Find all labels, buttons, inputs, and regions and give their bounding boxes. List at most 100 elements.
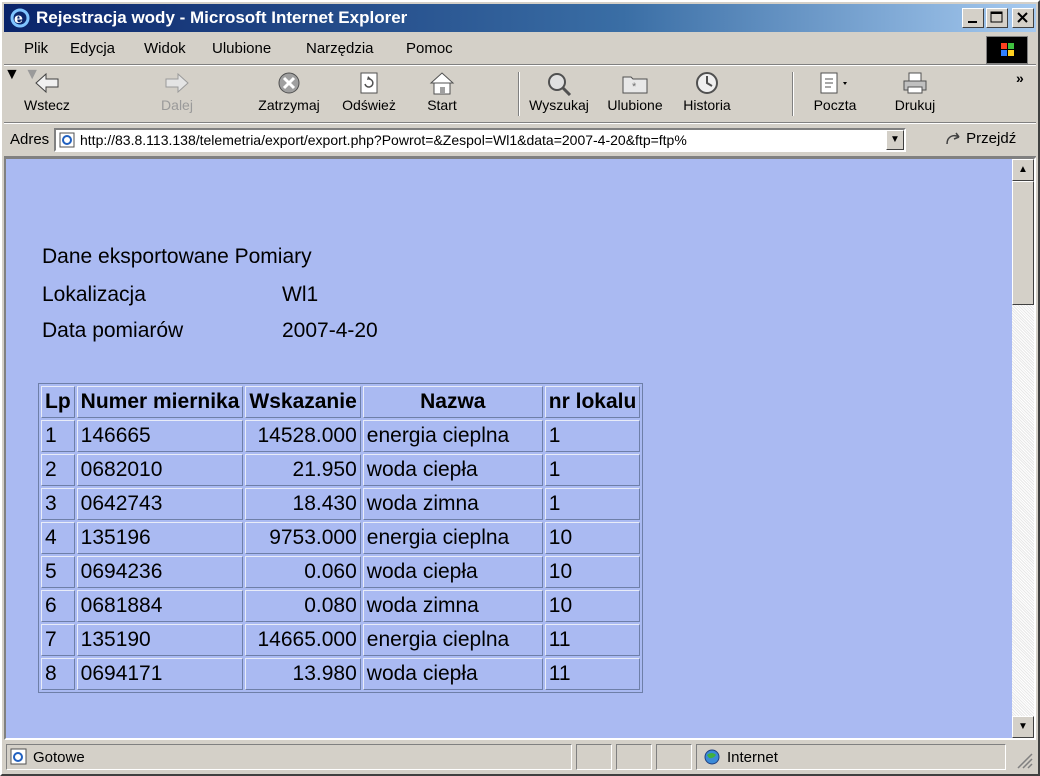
table-row: 7 135190 14665.000 energia cieplna 11 [41, 624, 641, 656]
search-label: Wyszukaj [529, 97, 589, 113]
table-row: 6 0681884 0.080 woda zimna 10 [41, 590, 641, 622]
cell-name: woda ciepła [362, 556, 543, 588]
windows-logo-icon [986, 36, 1028, 64]
col-header-lp: Lp [41, 386, 75, 418]
menu-help[interactable]: Pomoc [406, 40, 453, 57]
favorites-folder-icon: * [622, 76, 648, 94]
refresh-button[interactable]: Odśwież [334, 68, 404, 120]
back-button[interactable]: Wstecz [12, 68, 82, 120]
cell-reading: 14665.000 [245, 624, 361, 656]
cell-unit-number: 1 [544, 420, 641, 452]
menu-favorites[interactable]: Ulubione [212, 40, 271, 57]
mail-label: Poczta [813, 97, 857, 113]
page-done-icon [10, 748, 27, 765]
cell-meter-number: 135196 [76, 522, 244, 554]
date-label: Data pomiarów [42, 319, 184, 342]
mail-button[interactable]: Poczta [800, 68, 870, 120]
table-row: 5 0694236 0.060 woda ciepła 10 [41, 556, 641, 588]
menu-bar: Plik Edycja Widok Ulubione Narzędzia Pom… [4, 34, 1036, 65]
cell-lp: 6 [41, 590, 75, 622]
favorites-button[interactable]: * Ulubione [600, 68, 670, 120]
table-row: 2 0682010 21.950 woda ciepła 1 [41, 454, 641, 486]
cell-lp: 3 [41, 488, 75, 520]
toolbar-separator [792, 72, 794, 116]
location-row: Lokalizacja Wl1 [42, 283, 318, 307]
title-bar[interactable]: e Rejestracja wody - Microsoft Internet … [4, 4, 1036, 32]
minimize-button[interactable] [962, 8, 984, 28]
cell-unit-number: 10 [544, 522, 641, 554]
content-frame: Dane eksportowane Pomiary Lokalizacja Wl… [4, 157, 1036, 740]
printer-icon [903, 72, 927, 94]
stop-label: Zatrzymaj [258, 97, 320, 113]
cell-meter-number: 0681884 [76, 590, 244, 622]
internet-globe-icon [704, 749, 720, 765]
history-button[interactable]: Historia [672, 68, 742, 120]
page-body: Dane eksportowane Pomiary Lokalizacja Wl… [6, 159, 1012, 738]
address-dropdown-icon[interactable]: ▼ [886, 130, 904, 150]
status-bar: Gotowe Internet [4, 742, 1036, 774]
zone-text: Internet [727, 749, 778, 766]
maximize-button[interactable] [986, 8, 1008, 28]
date-value: 2007-4-20 [282, 319, 378, 342]
scroll-down-icon[interactable]: ▼ [1012, 716, 1034, 738]
location-value: Wl1 [282, 283, 319, 306]
back-arrow-icon [35, 72, 59, 94]
cell-reading: 21.950 [245, 454, 361, 486]
search-button[interactable]: Wyszukaj [524, 68, 594, 120]
history-label: Historia [683, 97, 731, 113]
refresh-icon [360, 72, 378, 94]
menu-view[interactable]: Widok [144, 40, 186, 57]
maximize-icon [990, 11, 1003, 23]
cell-lp: 8 [41, 658, 75, 690]
page-heading: Dane eksportowane Pomiary [42, 245, 312, 268]
toolbar-overflow-chevron[interactable]: » [1016, 70, 1024, 86]
go-label: Przejdź [966, 130, 1017, 147]
go-arrow-icon [946, 132, 960, 145]
table-row: 3 0642743 18.430 woda zimna 1 [41, 488, 641, 520]
print-button[interactable]: Drukuj [880, 68, 950, 120]
home-button[interactable]: Start [407, 68, 477, 120]
cell-unit-number: 10 [544, 590, 641, 622]
cell-reading: 18.430 [245, 488, 361, 520]
refresh-label: Odśwież [342, 97, 396, 113]
favorites-label: Ulubione [607, 97, 663, 113]
home-icon [429, 72, 455, 95]
scroll-thumb[interactable] [1012, 181, 1034, 305]
measurements-table: Lp Numer miernika Wskazanie Nazwa nr lok… [38, 383, 644, 693]
stop-button[interactable]: Zatrzymaj [254, 68, 324, 120]
search-icon [548, 73, 572, 96]
cell-reading: 14528.000 [245, 420, 361, 452]
address-bar: Adres http://83.8.113.138/telemetria/exp… [4, 123, 1036, 157]
table-row: 8 0694171 13.980 woda ciepła 11 [41, 658, 641, 690]
vertical-scrollbar[interactable]: ▲ ▼ [1012, 159, 1034, 738]
date-row: Data pomiarów 2007-4-20 [42, 319, 378, 343]
location-label: Lokalizacja [42, 283, 146, 306]
cell-reading: 13.980 [245, 658, 361, 690]
resize-grip-icon[interactable] [1014, 750, 1034, 770]
cell-reading: 0.060 [245, 556, 361, 588]
menu-file[interactable]: Plik [24, 40, 48, 57]
status-panel-empty [576, 744, 612, 770]
cell-lp: 4 [41, 522, 75, 554]
col-header-unit-number: nr lokalu [544, 386, 641, 418]
status-text: Gotowe [33, 749, 85, 766]
menu-edit[interactable]: Edycja [70, 40, 115, 57]
address-url[interactable]: http://83.8.113.138/telemetria/export/ex… [80, 132, 886, 148]
forward-button[interactable]: Dalej [142, 68, 212, 120]
cell-reading: 9753.000 [245, 522, 361, 554]
close-button[interactable] [1012, 8, 1034, 28]
print-label: Drukuj [894, 97, 936, 113]
home-label: Start [427, 97, 457, 113]
cell-meter-number: 0694171 [76, 658, 244, 690]
address-input[interactable]: http://83.8.113.138/telemetria/export/ex… [54, 128, 906, 152]
cell-name: woda ciepła [362, 658, 543, 690]
menu-tools[interactable]: Narzędzia [306, 40, 374, 57]
cell-unit-number: 11 [544, 658, 641, 690]
scroll-up-icon[interactable]: ▲ [1012, 159, 1034, 181]
cell-meter-number: 0694236 [76, 556, 244, 588]
cell-lp: 2 [41, 454, 75, 486]
stop-icon [278, 72, 300, 94]
cell-meter-number: 135190 [76, 624, 244, 656]
go-button[interactable]: Przejdź [944, 130, 1016, 147]
cell-name: woda zimna [362, 488, 543, 520]
